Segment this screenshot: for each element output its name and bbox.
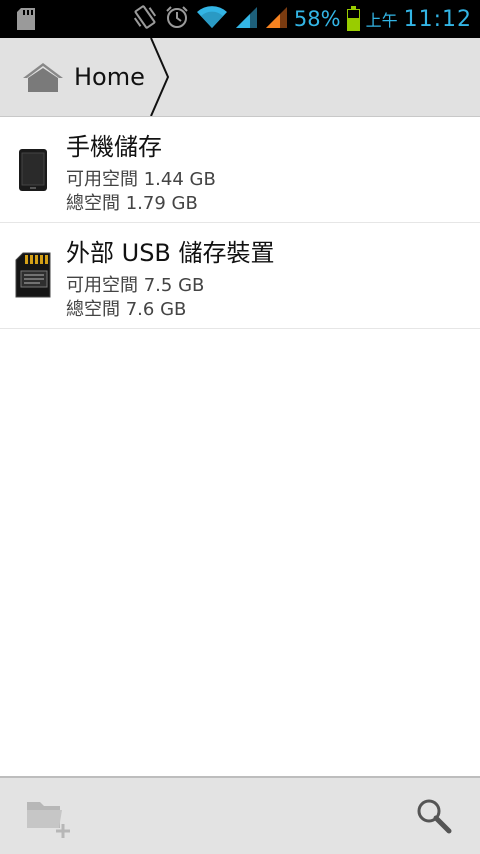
breadcrumb-home-label: Home xyxy=(74,63,145,91)
time-prefix: 上午 xyxy=(365,11,398,30)
alarm-icon xyxy=(164,4,190,34)
phone-icon xyxy=(14,145,52,193)
home-icon xyxy=(23,63,63,92)
storage-name: 手機儲存 xyxy=(66,133,162,161)
sdcard-icon xyxy=(16,7,36,35)
signal-1-icon xyxy=(234,5,258,33)
search-button[interactable] xyxy=(414,796,454,836)
status-bar: 58% 上午 11:12 xyxy=(0,0,480,38)
storage-list: 手機儲存 可用空間 1.44 GB 總空間 1.79 GB 外部 USB 儲存裝… xyxy=(0,117,480,329)
clock: 11:12 xyxy=(403,6,472,32)
signal-2-icon xyxy=(264,5,288,33)
list-item-phone-storage[interactable]: 手機儲存 可用空間 1.44 GB 總空間 1.79 GB xyxy=(0,117,480,223)
sdcard-icon xyxy=(14,251,52,299)
new-folder-icon xyxy=(27,802,70,838)
breadcrumb: Home xyxy=(0,38,480,117)
storage-available: 可用空間 7.5 GB xyxy=(66,275,205,296)
vibrate-icon xyxy=(132,3,158,35)
battery-percent: 58% xyxy=(293,7,341,31)
bottom-action-bar xyxy=(0,776,480,854)
battery-icon xyxy=(346,6,360,31)
storage-available: 可用空間 1.44 GB xyxy=(66,169,216,190)
storage-total: 總空間 1.79 GB xyxy=(66,193,198,214)
wifi-icon xyxy=(196,4,228,34)
new-folder-button[interactable] xyxy=(24,794,74,838)
breadcrumb-separator xyxy=(150,38,170,116)
breadcrumb-home[interactable]: Home xyxy=(22,38,145,116)
list-item-usb-storage[interactable]: 外部 USB 儲存裝置 可用空間 7.5 GB 總空間 7.6 GB xyxy=(0,223,480,329)
storage-total: 總空間 7.6 GB xyxy=(66,299,187,320)
storage-name: 外部 USB 儲存裝置 xyxy=(66,239,275,267)
search-icon xyxy=(417,799,452,834)
